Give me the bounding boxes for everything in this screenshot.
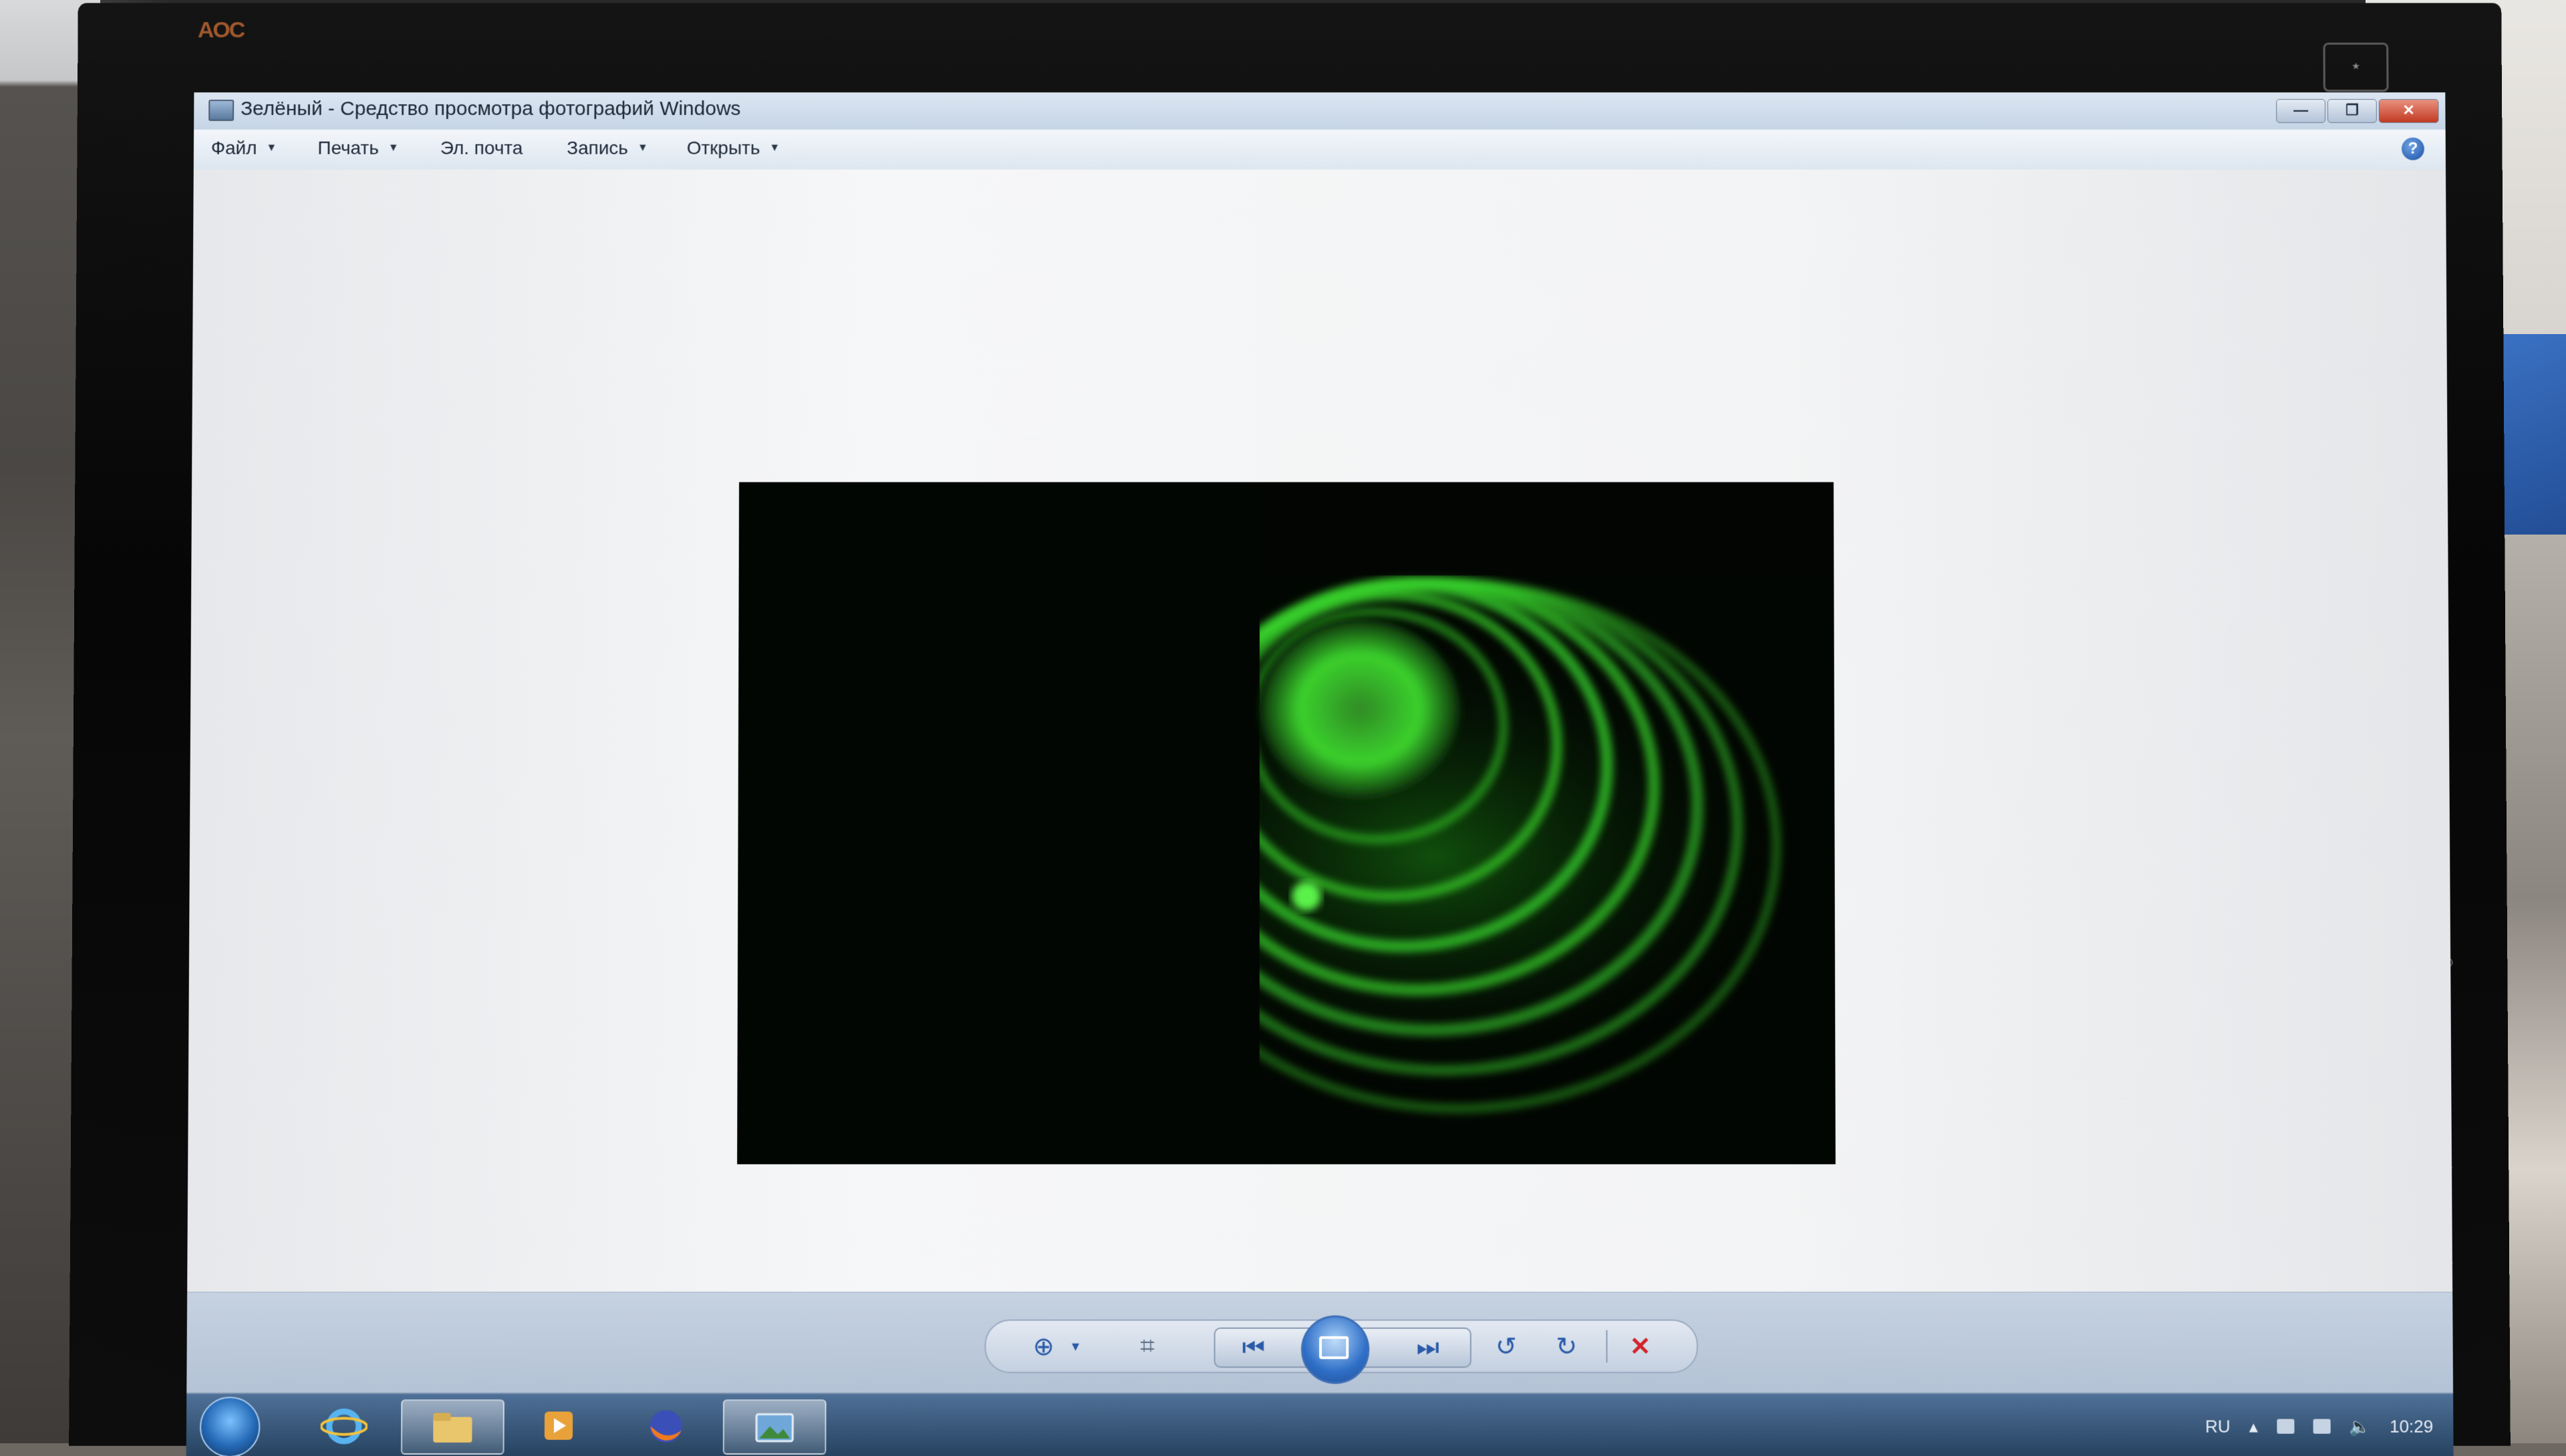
chevron-down-icon: ▼ [769, 142, 780, 154]
taskbar-internet-explorer[interactable] [293, 1399, 394, 1452]
photo-viewer-app-icon [208, 100, 234, 121]
menu-burn[interactable]: Запись ▼ [567, 138, 648, 159]
network-icon[interactable] [2313, 1419, 2330, 1434]
delete-icon[interactable]: ✕ [1630, 1331, 1651, 1361]
menu-bar: Файл ▼ Печать ▼ Эл. почта Запись ▼ Откры… [194, 130, 2446, 171]
slideshow-icon [1319, 1336, 1348, 1359]
monitor: AOC ★ ⏻ ▵ ▿ Зелёный - Средство просмотра… [69, 3, 2511, 1446]
next-button[interactable]: ⏭ [1417, 1333, 1439, 1362]
rotate-counterclockwise-icon[interactable]: ↺ [1495, 1331, 1517, 1361]
actual-size-icon[interactable]: ⌗ [1140, 1332, 1155, 1360]
language-indicator[interactable]: RU [2205, 1416, 2231, 1437]
minimize-button[interactable]: — [2276, 99, 2325, 123]
divider [1606, 1330, 1608, 1362]
zoom-dropdown-icon[interactable]: ▾ [1072, 1338, 1079, 1355]
chevron-down-icon: ▼ [266, 142, 277, 154]
menu-file-label: Файл [211, 138, 257, 159]
tray-arrow-icon[interactable]: ▴ [2249, 1416, 2258, 1437]
taskbar-explorer[interactable] [401, 1399, 505, 1455]
menu-email-label: Эл. почта [440, 138, 523, 159]
image-viewer-area [187, 170, 2452, 1292]
firefox-icon [642, 1406, 689, 1445]
maximize-button[interactable]: ❐ [2327, 99, 2377, 123]
previous-button[interactable]: ⏮ [1242, 1333, 1265, 1362]
energy-star-badge: ★ [2323, 43, 2388, 92]
menu-open[interactable]: Открыть ▼ [687, 138, 780, 159]
media-player-icon [535, 1406, 582, 1445]
close-button[interactable]: ✕ [2379, 99, 2439, 123]
laser-interference-image [737, 482, 1836, 1165]
rotate-clockwise-icon[interactable]: ↻ [1556, 1331, 1577, 1361]
control-group: ⊕ ▾ ⌗ ⏮ ⏭ ↺ ↻ ✕ [984, 1320, 1698, 1374]
start-button[interactable] [200, 1397, 261, 1456]
help-icon[interactable]: ? [2402, 138, 2424, 160]
menu-burn-label: Запись [567, 138, 628, 159]
photo-viewer-icon [751, 1407, 798, 1446]
folder-icon [429, 1407, 476, 1446]
monitor-logo: AOC [198, 17, 258, 51]
chevron-down-icon: ▼ [637, 142, 648, 154]
clock[interactable]: 10:29 [2390, 1416, 2434, 1437]
screen: Зелёный - Средство просмотра фотографий … [186, 92, 2454, 1456]
zoom-icon[interactable]: ⊕ [1033, 1331, 1054, 1361]
viewer-control-bar: ⊕ ▾ ⌗ ⏮ ⏭ ↺ ↻ ✕ [186, 1292, 2453, 1393]
window-title: Зелёный - Средство просмотра фотографий … [241, 98, 741, 120]
action-center-icon[interactable] [2277, 1419, 2294, 1434]
slideshow-button[interactable] [1301, 1316, 1369, 1385]
menu-file[interactable]: Файл ▼ [211, 138, 277, 159]
taskbar-media-player[interactable] [509, 1399, 609, 1452]
taskbar-photo-viewer[interactable] [723, 1399, 827, 1455]
taskbar-firefox[interactable] [615, 1399, 716, 1452]
displayed-photo [737, 482, 1836, 1165]
volume-icon[interactable]: 🔈 [2349, 1416, 2371, 1437]
chevron-down-icon: ▼ [388, 142, 399, 154]
menu-print-label: Печать [317, 138, 379, 159]
system-tray: RU ▴ 🔈 10:29 [2205, 1406, 2434, 1446]
taskbar: RU ▴ 🔈 10:29 [186, 1393, 2454, 1456]
menu-print[interactable]: Печать ▼ [317, 138, 398, 159]
menu-open-label: Открыть [687, 138, 760, 159]
window-controls: — ❐ ✕ [2276, 99, 2438, 122]
internet-explorer-icon [321, 1406, 368, 1445]
menu-email[interactable]: Эл. почта [440, 138, 523, 159]
window-titlebar[interactable]: Зелёный - Средство просмотра фотографий … [194, 92, 2446, 130]
